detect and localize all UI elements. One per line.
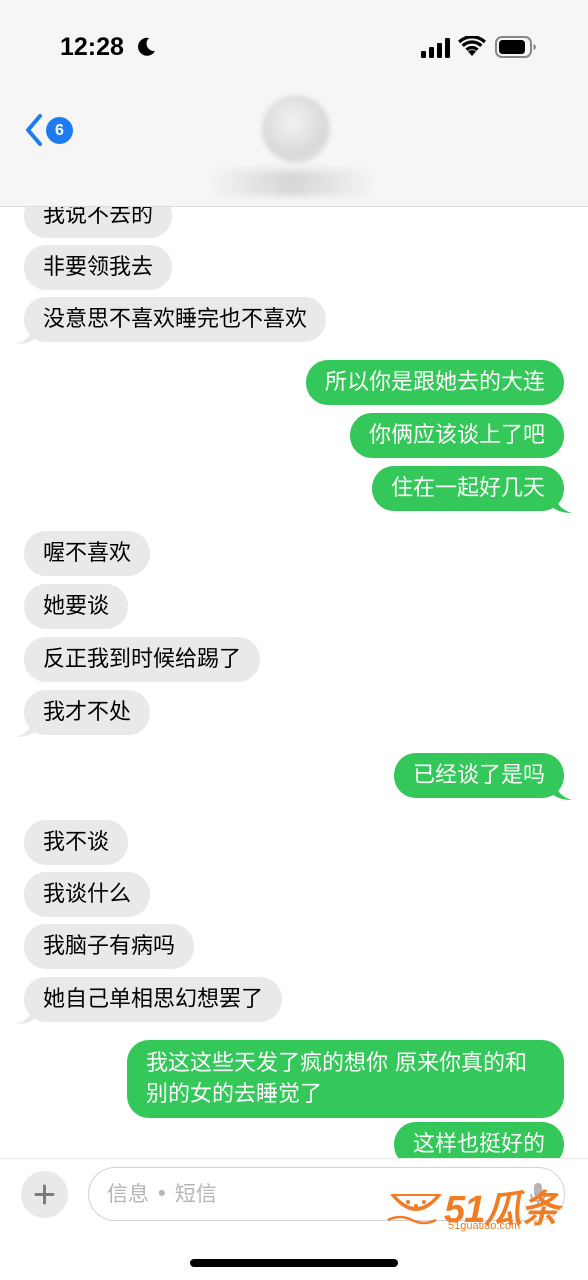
message-bubble-incoming[interactable]: 我不谈 [24, 820, 129, 865]
bubble-tail [552, 783, 572, 800]
bubble-tail [552, 496, 572, 513]
bubble-tail [16, 720, 36, 737]
battery-icon [495, 36, 536, 58]
watermark-logo: 51瓜条 51guatiao.com [386, 1178, 576, 1238]
message-bubble-incoming[interactable]: 没意思不喜欢睡完也不喜欢 [24, 297, 327, 342]
contact-avatar[interactable] [262, 95, 330, 163]
chevron-left-icon [26, 114, 42, 146]
message-bubble-outgoing[interactable]: 这样也挺好的 [393, 1122, 564, 1158]
wifi-icon [458, 36, 486, 56]
watermark-url: 51guatiao.com [448, 1220, 521, 1232]
message-bubble-incoming[interactable]: 她自己单相思幻想罢了 [24, 977, 283, 1022]
moon-icon [138, 37, 155, 56]
message-bubble-incoming[interactable]: 我才不处 [24, 690, 151, 735]
message-bubble-incoming[interactable]: 反正我到时候给踢了 [24, 637, 261, 682]
apps-plus-button[interactable] [21, 1171, 68, 1218]
contact-name-redacted[interactable] [212, 170, 372, 196]
bubble-tail [16, 327, 36, 344]
status-time: 12:28 [60, 33, 124, 61]
unread-count-badge: 6 [46, 117, 73, 144]
message-bubble-outgoing[interactable]: 你俩应该谈上了吧 [349, 413, 564, 458]
message-bubble-incoming[interactable]: 喔不喜欢 [24, 531, 151, 576]
message-bubble-incoming[interactable]: 非要领我去 [24, 245, 173, 290]
message-bubble-outgoing[interactable]: 所以你是跟她去的大连 [305, 360, 564, 405]
message-bubble-outgoing[interactable]: 我这这些天发了疯的想你 原来你真的和别的女的去睡觉了 [127, 1040, 564, 1118]
back-button[interactable]: 6 [20, 110, 80, 154]
message-bubble-outgoing[interactable]: 已经谈了是吗 [393, 753, 564, 798]
message-bubble-outgoing[interactable]: 住在一起好几天 [371, 466, 564, 511]
plus-icon [34, 1184, 55, 1205]
message-bubble-incoming[interactable]: 我脑子有病吗 [24, 924, 195, 969]
message-bubble-incoming[interactable]: 她要谈 [24, 584, 129, 629]
message-bubble-incoming[interactable]: 我谈什么 [24, 872, 151, 917]
home-indicator[interactable] [190, 1259, 398, 1267]
cellular-signal-icon [421, 38, 450, 58]
bubble-tail [16, 1007, 36, 1024]
watermelon-logo-icon [387, 1194, 442, 1225]
conversation-header: 12:28 6 [0, 0, 588, 207]
